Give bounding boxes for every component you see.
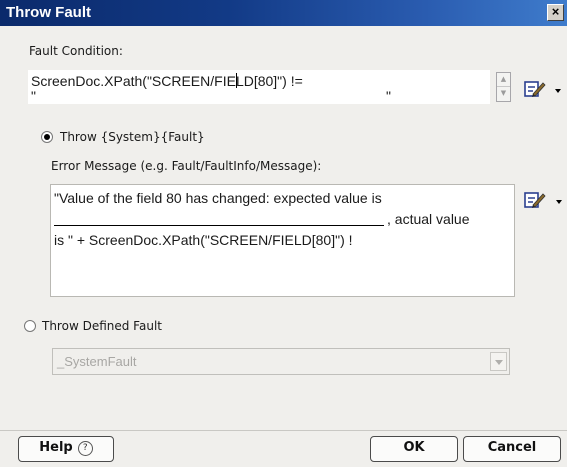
message-line-2: , actual value [387,211,470,227]
condition-text-after: LD[80]") != [235,73,303,89]
throw-defined-radio[interactable] [24,320,36,332]
condition-line2-right: " [386,89,391,99]
throw-system-radio[interactable] [41,131,53,143]
condition-text-before: ScreenDoc.XPath("SCREEN/FIE [31,73,236,89]
select-dropdown-icon[interactable] [490,352,507,371]
cancel-button-label: Cancel [487,440,537,455]
defined-fault-value: _SystemFault [57,354,137,369]
error-message-label: Error Message (e.g. Fault/FaultInfo/Mess… [51,159,322,173]
help-icon: ? [77,441,93,456]
cancel-button[interactable]: Cancel [463,436,561,462]
edit-message-icon[interactable] [524,190,546,210]
edit-expression-icon[interactable] [524,79,546,99]
divider [0,430,567,431]
defined-fault-select[interactable]: _SystemFault [52,348,510,375]
spin-down-icon[interactable]: ▼ [497,87,510,101]
help-button-label: Help [39,440,73,455]
window-title: Throw Fault [6,4,91,21]
message-line-3: is " + ScreenDoc.XPath("SCREEN/FIELD[80]… [54,232,353,248]
radio-selected-dot [44,134,50,140]
help-button[interactable]: Help? [18,436,114,462]
close-button[interactable]: × [547,4,564,21]
fault-condition-field[interactable]: ScreenDoc.XPath("SCREEN/FIELD[80]") != "… [28,70,490,104]
condition-line2-left: " [31,89,36,99]
fault-condition-label: Fault Condition: [29,44,123,58]
message-line-1: "Value of the field 80 has changed: expe… [54,190,382,206]
condition-spin-control[interactable]: ▲ ▼ [496,72,511,102]
ok-button[interactable]: OK [370,436,458,462]
throw-system-label: Throw {System}{Fault} [60,130,205,144]
title-bar: Throw Fault × [0,0,567,26]
message-underline [54,211,384,226]
error-message-field[interactable]: "Value of the field 80 has changed: expe… [50,184,515,297]
chevron-down-icon[interactable] [555,89,561,93]
close-icon: × [551,4,560,19]
throw-defined-label: Throw Defined Fault [42,319,162,333]
spin-up-icon[interactable]: ▲ [497,73,510,87]
message-chevron-down-icon[interactable] [556,200,562,204]
ok-button-label: OK [403,440,425,455]
